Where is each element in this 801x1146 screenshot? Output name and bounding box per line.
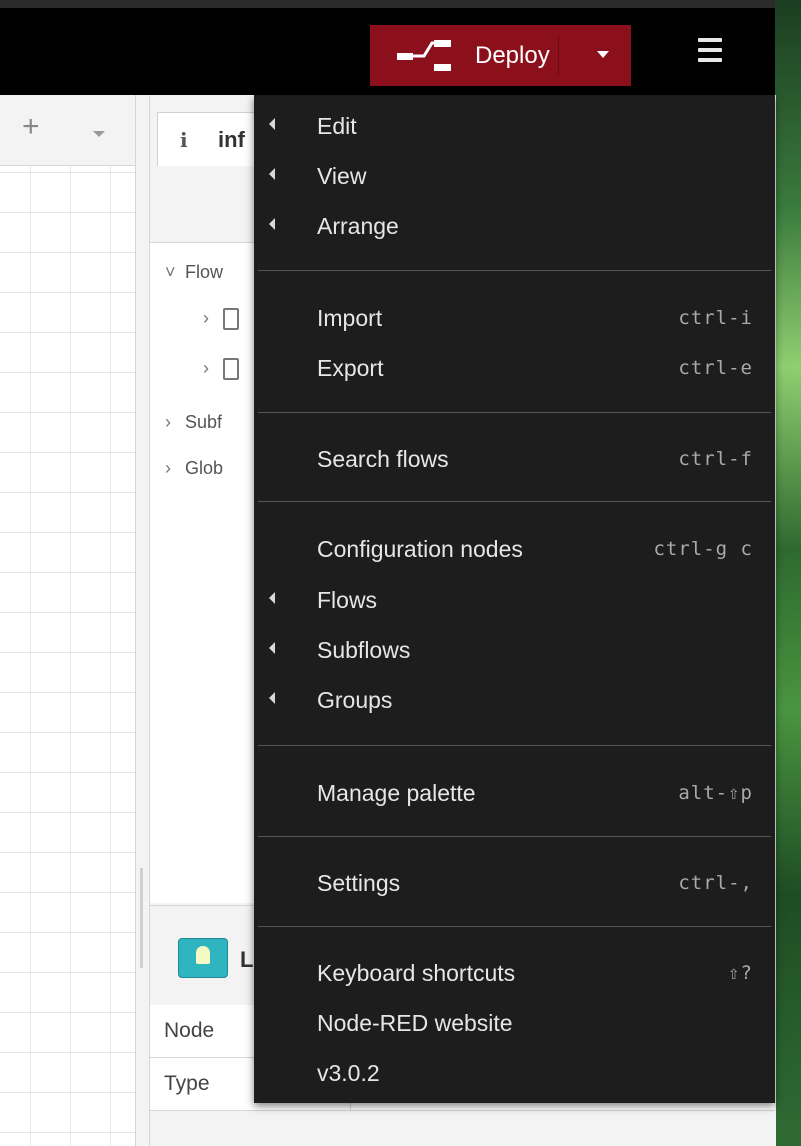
menu-item-label: Search flows: [317, 446, 449, 472]
menu-item-label: Export: [317, 355, 384, 381]
tree-item-global[interactable]: › Glob: [165, 458, 223, 479]
menu-item-label: Flows: [317, 587, 378, 613]
flow-icon: [223, 358, 239, 381]
menu-separator: [258, 745, 771, 746]
main-menu: Edit View Arrange Import ctrl-i Export c…: [254, 95, 775, 1103]
menu-item-shortcut: alt-⇧p: [678, 782, 753, 804]
flow-icon: [223, 308, 239, 331]
deploy-options-chevron-down-icon[interactable]: [597, 51, 609, 58]
tree-item-label: Flow: [185, 262, 224, 282]
menu-item-label: Import: [317, 305, 383, 331]
menu-item-settings[interactable]: Settings ctrl-,: [254, 858, 775, 906]
submenu-arrow-icon: [269, 218, 275, 230]
chevron-right-icon: ›: [203, 358, 209, 378]
deploy-icon: [397, 40, 451, 71]
menu-item-import[interactable]: Import ctrl-i: [254, 293, 775, 341]
menu-item-arrange[interactable]: Arrange: [254, 201, 775, 249]
workspace-tab-bar: +: [0, 95, 135, 166]
chevron-right-icon: ›: [165, 412, 171, 432]
main-menu-hamburger-icon[interactable]: [686, 28, 736, 78]
deploy-label: Deploy: [475, 42, 550, 69]
menu-item-search-flows[interactable]: Search flows ctrl-f: [254, 434, 775, 482]
menu-item-label: View: [317, 163, 367, 189]
menu-item-label: Arrange: [317, 213, 399, 239]
menu-item-shortcut: ctrl-i: [678, 307, 753, 329]
hamburger-line: [698, 48, 722, 52]
tree-item-flow[interactable]: ›: [203, 358, 239, 381]
version-label: v3.0.2: [317, 1060, 380, 1086]
menu-item-label: Node-RED website: [317, 1010, 513, 1036]
sidebar-splitter[interactable]: [135, 95, 150, 1146]
menu-item-label: Settings: [317, 870, 401, 896]
flow-list-chevron-down-icon[interactable]: [93, 131, 105, 137]
menu-separator: [258, 926, 771, 927]
led-node-icon: [178, 938, 228, 978]
chevron-right-icon: ›: [165, 458, 171, 478]
menu-item-configuration-nodes[interactable]: Configuration nodes ctrl-g c: [254, 524, 775, 572]
menu-item-shortcut: ctrl-g c: [653, 538, 753, 560]
menu-item-label: Groups: [317, 687, 393, 713]
menu-item-version: v3.0.2: [254, 1048, 775, 1096]
menu-item-shortcut: ⇧?: [728, 962, 753, 984]
menu-item-label: Manage palette: [317, 780, 476, 806]
submenu-arrow-icon: [269, 168, 275, 180]
menu-separator: [258, 270, 771, 271]
menu-item-subflows[interactable]: Subflows: [254, 625, 775, 673]
submenu-arrow-icon: [269, 592, 275, 604]
chevron-right-icon: ›: [203, 308, 209, 328]
chevron-down-icon: ˅: [165, 262, 176, 282]
hamburger-line: [698, 38, 722, 42]
info-key: Type: [164, 1072, 210, 1095]
submenu-arrow-icon: [269, 642, 275, 654]
tree-item-flows[interactable]: ˅ Flow: [165, 262, 223, 283]
hamburger-line: [698, 58, 722, 62]
menu-separator: [258, 836, 771, 837]
menu-item-shortcut: ctrl-e: [678, 357, 753, 379]
menu-item-label: Keyboard shortcuts: [317, 960, 516, 986]
info-key: Node: [164, 1019, 215, 1042]
menu-separator: [258, 501, 771, 502]
led-bulb-icon: [196, 946, 210, 964]
menu-item-manage-palette[interactable]: Manage palette alt-⇧p: [254, 768, 775, 816]
menu-separator: [258, 412, 771, 413]
menu-item-groups[interactable]: Groups: [254, 675, 775, 723]
menu-item-shortcut: ctrl-,: [678, 872, 753, 894]
desktop-background: [775, 0, 801, 1146]
menu-item-label: Configuration nodes: [317, 536, 523, 562]
tree-item-label: Subf: [185, 412, 223, 432]
flow-workspace[interactable]: [0, 95, 135, 1146]
submenu-arrow-icon: [269, 692, 275, 704]
info-icon: i: [180, 128, 188, 152]
node-info-title: L: [240, 947, 254, 972]
menu-item-node-red-website[interactable]: Node-RED website: [254, 998, 775, 1046]
tree-item-label: Glob: [185, 458, 224, 478]
menu-item-label: Subflows: [317, 637, 411, 663]
menu-item-edit[interactable]: Edit: [254, 101, 775, 149]
menu-item-flows[interactable]: Flows: [254, 575, 775, 623]
menu-item-view[interactable]: View: [254, 151, 775, 199]
splitter-grip[interactable]: [140, 868, 143, 968]
add-flow-plus-icon[interactable]: +: [22, 112, 40, 142]
tree-item-subflows[interactable]: › Subf: [165, 412, 222, 433]
submenu-arrow-icon: [269, 118, 275, 130]
deploy-divider: [558, 35, 559, 76]
deploy-button[interactable]: Deploy: [370, 25, 631, 86]
menu-item-shortcut: ctrl-f: [678, 448, 753, 470]
tree-item-flow[interactable]: ›: [203, 308, 239, 331]
menu-item-label: Edit: [317, 113, 357, 139]
tab-info-label: inf: [218, 127, 245, 152]
header-top-strip: [0, 0, 775, 8]
menu-item-export[interactable]: Export ctrl-e: [254, 343, 775, 391]
menu-item-keyboard-shortcuts[interactable]: Keyboard shortcuts ⇧?: [254, 948, 775, 996]
